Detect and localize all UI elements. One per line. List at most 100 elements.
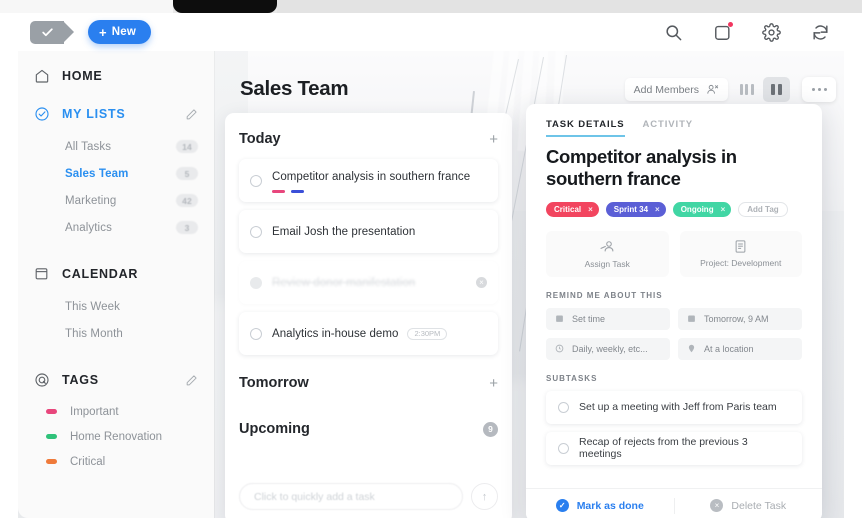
reminder-set-time[interactable]: Set time: [546, 307, 670, 330]
task-row-completed[interactable]: Review donor manifestation ×: [239, 261, 498, 304]
sidebar-calendar-label: CALENDAR: [62, 267, 139, 281]
repeat-icon: [555, 344, 564, 353]
home-icon: [34, 68, 51, 85]
search-icon[interactable]: [664, 23, 683, 42]
subtask-row[interactable]: Recap of rejects from the previous 3 mee…: [546, 431, 802, 465]
sidebar-calendar-this-week[interactable]: This Week: [18, 293, 214, 320]
tag-chip-ongoing[interactable]: Ongoing ×: [672, 201, 732, 217]
sidebar-item-calendar[interactable]: CALENDAR: [18, 255, 214, 293]
assign-person-icon: [599, 239, 615, 255]
sidebar-item-my-lists[interactable]: MY LISTS: [18, 95, 214, 133]
list-view-icon[interactable]: [733, 77, 760, 102]
tab-activity[interactable]: ACTIVITY: [643, 119, 693, 137]
tag-chip-sprint-34[interactable]: Sprint 34 ×: [605, 201, 666, 217]
task-label: Review donor manifestation: [272, 276, 416, 289]
add-task-today-button[interactable]: +: [489, 132, 498, 147]
pencil-icon[interactable]: [185, 108, 198, 121]
sync-icon[interactable]: [811, 23, 830, 42]
task-row[interactable]: Email Josh the presentation: [239, 210, 498, 253]
add-members-button[interactable]: Add Members: [624, 78, 728, 101]
new-button[interactable]: + New: [88, 20, 152, 44]
delete-task-button[interactable]: × Delete Task: [675, 499, 823, 512]
sidebar-list-all-tasks[interactable]: All Tasks 14: [18, 133, 214, 160]
global-toolbar: + New: [18, 13, 844, 51]
reminder-tomorrow[interactable]: Tomorrow, 9 AM: [678, 307, 802, 330]
reminder-label: At a location: [704, 343, 754, 354]
reminder-location[interactable]: At a location: [678, 337, 802, 360]
device-status-strip: [0, 0, 862, 13]
calendar-small-icon: [555, 314, 564, 323]
task-label: Analytics in-house demo: [272, 327, 399, 340]
sidebar-tags-label: TAGS: [62, 373, 99, 387]
sidebar-my-lists-label: MY LISTS: [62, 107, 126, 121]
sidebar-calendar-this-month[interactable]: This Month: [18, 320, 214, 347]
calendar-item-label: This Week: [65, 300, 121, 313]
check-shield-icon[interactable]: [30, 20, 74, 44]
list-label: Sales Team: [65, 167, 129, 180]
new-button-label: New: [111, 26, 137, 38]
reminder-label: Daily, weekly, etc...: [572, 343, 648, 354]
mark-as-done-button[interactable]: ✓ Mark as done: [526, 499, 674, 512]
details-footer: ✓ Mark as done × Delete Task: [526, 488, 822, 518]
section-header-today: Today +: [239, 119, 498, 159]
sidebar-list-sales-team[interactable]: Sales Team 5: [18, 160, 214, 187]
subtask-checkbox[interactable]: [558, 401, 569, 413]
details-tag-row: Critical × Sprint 34 × Ongoing × Add Tag: [526, 190, 822, 217]
tag-remove-icon[interactable]: ×: [588, 205, 593, 214]
sidebar-list-marketing[interactable]: Marketing 42: [18, 187, 214, 214]
subtasks-section-header: SUBTASKS: [546, 373, 598, 383]
upcoming-count-badge: 9: [483, 421, 498, 437]
reminder-repeat[interactable]: Daily, weekly, etc...: [546, 337, 670, 360]
details-tab-bar: TASK DETAILS ACTIVITY: [526, 104, 822, 137]
add-task-tomorrow-button[interactable]: +: [489, 376, 498, 391]
document-icon: [733, 239, 748, 254]
tag-chip-critical[interactable]: Critical ×: [546, 201, 599, 217]
more-horizontal-icon[interactable]: [802, 77, 836, 102]
board-view-icon[interactable]: [763, 77, 790, 102]
sidebar-tag-important[interactable]: Important: [18, 399, 214, 424]
task-row[interactable]: Analytics in-house demo 2:30PM: [239, 312, 498, 355]
arrow-up-icon[interactable]: ↑: [471, 483, 498, 510]
task-checkbox[interactable]: [250, 327, 262, 340]
task-checkbox[interactable]: [250, 174, 262, 187]
task-checkbox[interactable]: [250, 225, 262, 238]
tag-remove-icon[interactable]: ×: [721, 205, 726, 214]
tab-task-details[interactable]: TASK DETAILS: [546, 119, 625, 137]
assign-task-card[interactable]: Assign Task: [546, 230, 669, 277]
subtask-row[interactable]: Set up a meeting with Jeff from Paris te…: [546, 390, 802, 424]
task-row[interactable]: Competitor analysis in southern france: [239, 159, 498, 202]
app-body: HOME MY LISTS All Tasks 14 Sales Team 5: [18, 51, 844, 518]
gear-icon[interactable]: [762, 22, 781, 42]
sidebar: HOME MY LISTS All Tasks 14 Sales Team 5: [18, 51, 214, 518]
sidebar-tag-critical[interactable]: Critical: [18, 449, 214, 474]
main-content: Sales Team Add Members Today + Competito…: [214, 51, 844, 518]
tag-remove-icon[interactable]: ×: [655, 205, 660, 214]
remind-section-header: REMIND ME ABOUT THIS: [546, 290, 663, 300]
reminder-options: Set time Tomorrow, 9 AM Daily, weekly, e…: [526, 300, 822, 360]
sidebar-item-tags[interactable]: TAGS: [18, 361, 214, 399]
section-header-upcoming: Upcoming 9: [239, 409, 498, 449]
subtask-checkbox[interactable]: [558, 442, 569, 454]
calendar-item-label: This Month: [65, 327, 123, 340]
task-tag-dots: [272, 190, 304, 193]
tag-label: Important: [70, 405, 119, 418]
sidebar-home-label: HOME: [62, 69, 103, 83]
sidebar-list-analytics[interactable]: Analytics 3: [18, 214, 214, 241]
section-title: Today: [239, 131, 281, 147]
task-checkbox-checked[interactable]: [250, 276, 262, 289]
section-title: Tomorrow: [239, 375, 309, 391]
quick-add-input[interactable]: Click to quickly add a task: [239, 483, 463, 510]
sidebar-item-home[interactable]: HOME: [18, 57, 214, 95]
project-card[interactable]: Project: Development: [679, 230, 802, 277]
close-circle-icon[interactable]: ×: [476, 277, 487, 288]
add-tag-button[interactable]: Add Tag: [738, 201, 788, 217]
pencil-icon[interactable]: [185, 374, 198, 387]
tag-chip-label: Sprint 34: [613, 204, 649, 214]
inbox-icon[interactable]: [713, 21, 733, 42]
subtask-label: Recap of rejects from the previous 3 mee…: [579, 436, 748, 461]
tag-icon: [34, 372, 51, 389]
toolbar-icon-group: [664, 21, 830, 42]
list-count-badge: 5: [176, 167, 198, 180]
list-count-badge: 42: [176, 194, 198, 207]
sidebar-tag-home-renovation[interactable]: Home Renovation: [18, 424, 214, 449]
